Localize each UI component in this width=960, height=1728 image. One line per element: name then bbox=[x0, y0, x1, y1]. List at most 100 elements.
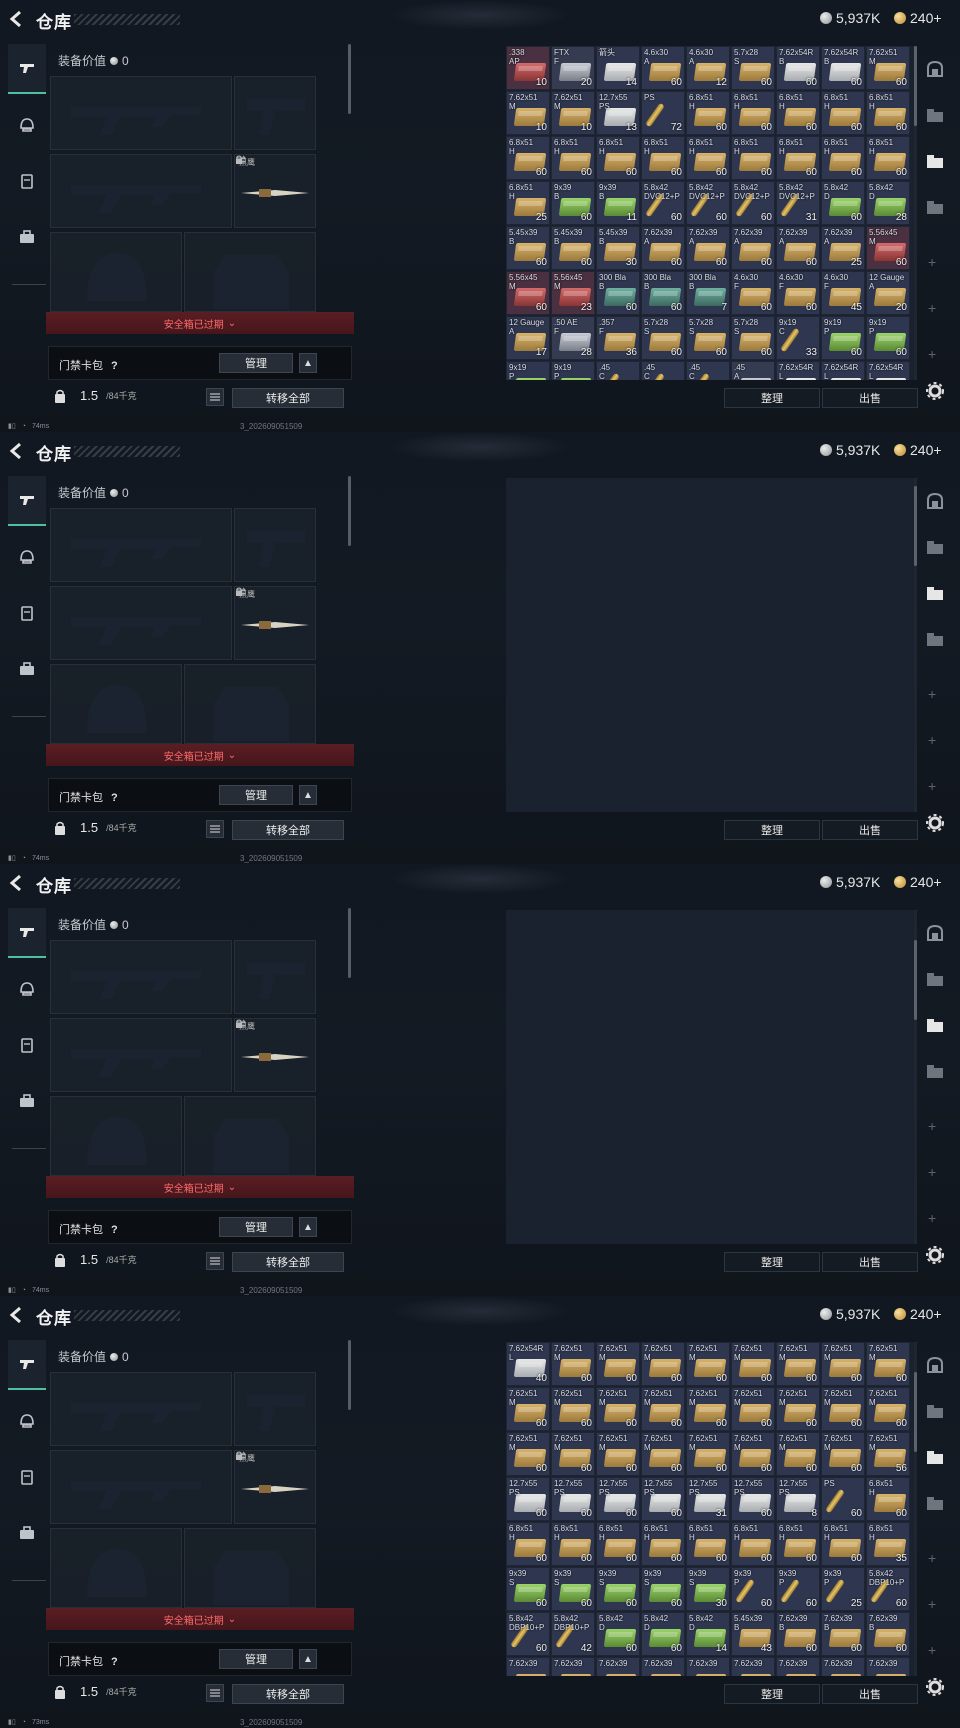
ammo-item[interactable]: 6.8x51 H 60 bbox=[596, 1522, 640, 1566]
primary-weapon-slot[interactable] bbox=[50, 940, 232, 1014]
tab-storage-2[interactable] bbox=[922, 580, 948, 606]
tab-safe[interactable] bbox=[922, 488, 948, 514]
sell-button[interactable]: 出售 bbox=[822, 820, 918, 840]
melee-slot[interactable]: 黑鹰 bbox=[234, 154, 316, 228]
ammo-item[interactable]: 5.8x42 DVC12+P 60 bbox=[686, 181, 730, 225]
ammo-item[interactable]: 12.7x55 PS 60 bbox=[596, 1477, 640, 1521]
transfer-all-button[interactable]: 转移全部 bbox=[232, 1684, 344, 1704]
tab-backpack[interactable] bbox=[8, 1076, 46, 1126]
ammo-item[interactable]: 6.8x51 H 60 bbox=[821, 136, 865, 180]
ammo-item[interactable]: 7.62x51 M 60 bbox=[821, 1387, 865, 1431]
secondary-weapon-slot[interactable] bbox=[234, 508, 316, 582]
ammo-item[interactable]: 7.62x3960 bbox=[866, 1657, 910, 1676]
ammo-item[interactable]: 6.8x51 H 60 bbox=[551, 136, 595, 180]
ammo-item[interactable]: 6.8x51 H 60 bbox=[731, 1522, 775, 1566]
tab-armor[interactable] bbox=[8, 532, 46, 582]
ammo-item[interactable]: .45 C60 bbox=[641, 361, 685, 380]
sort-button[interactable]: 整理 bbox=[724, 820, 820, 840]
ammo-item[interactable]: 6.8x51 H 60 bbox=[821, 91, 865, 135]
ammo-item[interactable]: 6.8x51 H 60 bbox=[641, 136, 685, 180]
sort-button[interactable]: 整理 bbox=[724, 1252, 820, 1272]
stash-grid[interactable]: 1010137260606060606.8x51 H606.8x51 H606.… bbox=[506, 478, 914, 812]
manage-button[interactable]: 管理 bbox=[219, 353, 293, 373]
transfer-all-button[interactable]: 转移全部 bbox=[232, 820, 344, 840]
ammo-item[interactable]: 7.62x54R B 60 bbox=[776, 46, 820, 90]
ammo-item[interactable]: 7.62x51 M 60 bbox=[596, 1387, 640, 1431]
add-tab-icon[interactable]: + bbox=[928, 1596, 936, 1612]
ammo-item[interactable]: 5.8x42 D 14 bbox=[686, 1612, 730, 1656]
stash-scrollbar[interactable] bbox=[914, 910, 917, 1244]
stash-grid[interactable]: 1010137260606060606.8x51 H606.8x51 H606.… bbox=[506, 910, 914, 1244]
ammo-item[interactable]: 9x39 S 60 bbox=[551, 1567, 595, 1611]
tertiary-weapon-slot[interactable] bbox=[50, 1450, 232, 1524]
ammo-item[interactable]: .45 A60 bbox=[731, 361, 775, 380]
ammo-item[interactable]: 7.62x51 M 60 bbox=[641, 1432, 685, 1476]
tab-backpack[interactable] bbox=[8, 212, 46, 262]
ammo-item[interactable]: 5.7x28 S 60 bbox=[731, 316, 775, 360]
ammo-item[interactable]: 7.62x51 M 60 bbox=[596, 1432, 640, 1476]
ammo-item[interactable]: 5.8x42 DBP10+P 60 bbox=[866, 1567, 910, 1611]
tertiary-weapon-slot[interactable] bbox=[50, 1018, 232, 1092]
ammo-item[interactable]: 9x19 P60 bbox=[506, 361, 550, 380]
ammo-item[interactable]: 5.45x39 B 43 bbox=[731, 1612, 775, 1656]
ammo-item[interactable]: 7.62x3960 bbox=[731, 1657, 775, 1676]
equip-scrollbar[interactable] bbox=[348, 1340, 351, 1410]
sort-button[interactable]: 整理 bbox=[724, 388, 820, 408]
ammo-item[interactable]: 9x19 P60 bbox=[866, 316, 910, 360]
ammo-item[interactable]: 6.8x51 H 60 bbox=[866, 136, 910, 180]
sort-button[interactable]: 整理 bbox=[724, 1684, 820, 1704]
ammo-item[interactable]: 6.8x51 H 60 bbox=[551, 1522, 595, 1566]
safe-box-expired-banner[interactable]: 安全箱已过期 ⌄ bbox=[46, 1608, 354, 1630]
ammo-item[interactable]: 5.8x42 D 28 bbox=[866, 181, 910, 225]
ammo-item[interactable]: 5.8x42 DBP10+P 42 bbox=[551, 1612, 595, 1656]
add-tab-icon[interactable]: + bbox=[928, 300, 936, 316]
ammo-item[interactable]: 7.62x51 M 60 bbox=[821, 1432, 865, 1476]
tab-weapons[interactable] bbox=[8, 44, 46, 94]
ammo-item[interactable]: 7.62x51 M 10 bbox=[506, 91, 550, 135]
ammo-item[interactable]: 12.7x55 PS 60 bbox=[731, 1477, 775, 1521]
equip-scrollbar[interactable] bbox=[348, 908, 351, 978]
add-tab-icon[interactable]: + bbox=[928, 1164, 936, 1180]
ammo-item[interactable]: 4.6x30 A 60 bbox=[641, 46, 685, 90]
tab-safe[interactable] bbox=[922, 1352, 948, 1378]
ammo-item[interactable]: FTX F 20 bbox=[551, 46, 595, 90]
ammo-item[interactable]: .50 AE F 28 bbox=[551, 316, 595, 360]
ammo-item[interactable]: 7.62x51 M 60 bbox=[551, 1387, 595, 1431]
ammo-item[interactable]: 12.7x55 PS 13 bbox=[596, 91, 640, 135]
tab-weapons[interactable] bbox=[8, 476, 46, 526]
ammo-item[interactable]: 5.8x42 DVC12+P 31 bbox=[776, 181, 820, 225]
stash-scrollbar[interactable] bbox=[914, 1342, 917, 1676]
ammo-item[interactable]: 12 Gauge A 20 bbox=[866, 271, 910, 315]
ammo-item[interactable]: 9x39 S 60 bbox=[596, 1567, 640, 1611]
ammo-item[interactable]: 300 Bla B 60 bbox=[641, 271, 685, 315]
ammo-item[interactable]: 5.45x39 B 30 bbox=[596, 226, 640, 270]
collapse-button[interactable]: ▲ bbox=[299, 785, 317, 805]
ammo-item[interactable]: 5.8x42 D 60 bbox=[641, 1612, 685, 1656]
scroll-thumb[interactable] bbox=[914, 486, 917, 566]
ammo-item[interactable]: 7.62x51 M 60 bbox=[866, 1342, 910, 1386]
armor-slot[interactable] bbox=[184, 1096, 316, 1176]
tab-vest[interactable] bbox=[8, 1452, 46, 1502]
ammo-item[interactable]: 9x39 P 60 bbox=[731, 1567, 775, 1611]
ammo-item[interactable]: 7.62x51 M 60 bbox=[731, 1342, 775, 1386]
ammo-item[interactable]: 7.62x39 B 60 bbox=[821, 1612, 865, 1656]
tab-armor[interactable] bbox=[8, 1396, 46, 1446]
add-tab-icon[interactable]: + bbox=[928, 686, 936, 702]
ammo-item[interactable]: 7.62x39 B 60 bbox=[776, 1612, 820, 1656]
collapse-button[interactable]: ▲ bbox=[299, 1649, 317, 1669]
ammo-item[interactable]: 5.7x28 S 60 bbox=[686, 316, 730, 360]
ammo-item[interactable]: 300 Bla B 7 bbox=[686, 271, 730, 315]
tab-weapons[interactable] bbox=[8, 908, 46, 958]
tertiary-weapon-slot[interactable] bbox=[50, 586, 232, 660]
ammo-item[interactable]: 9x39 S 60 bbox=[506, 1567, 550, 1611]
ammo-item[interactable]: 7.62x39 A 60 bbox=[686, 226, 730, 270]
ammo-item[interactable]: 4.6x30 A 12 bbox=[686, 46, 730, 90]
stash-grid[interactable]: .338 AP 10 FTX F 20 箭头 14 4.6x30 A 60 4.6x30 A 12… bbox=[506, 46, 914, 380]
tab-storage-3[interactable] bbox=[922, 1058, 948, 1084]
equip-scrollbar[interactable] bbox=[348, 476, 351, 546]
ammo-item[interactable]: 7.62x54R B 60 bbox=[821, 46, 865, 90]
primary-weapon-slot[interactable] bbox=[50, 508, 232, 582]
tab-storage-2[interactable] bbox=[922, 1444, 948, 1470]
tab-storage-1[interactable] bbox=[922, 102, 948, 128]
ammo-item[interactable]: 7.62x39 B 60 bbox=[866, 1612, 910, 1656]
